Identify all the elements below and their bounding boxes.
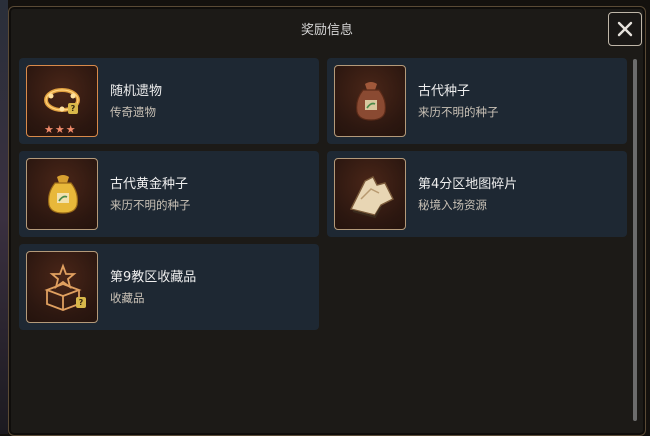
unknown-badge: ? bbox=[68, 103, 78, 114]
reward-card-ancient-golden-seed[interactable]: 古代黄金种子 来历不明的种子 bbox=[19, 151, 319, 237]
reward-icon-frame bbox=[334, 65, 406, 137]
reward-card-random-relic[interactable]: ? ★ ★ ★ 随机遗物 传奇遗物 bbox=[19, 58, 319, 144]
reward-icon-frame: ? ★ ★ ★ bbox=[26, 65, 98, 137]
reward-card-map-fragment[interactable]: 第4分区地图碎片 秘境入场资源 bbox=[327, 151, 627, 237]
reward-icon-frame: ? bbox=[26, 251, 98, 323]
close-icon bbox=[617, 21, 633, 37]
close-button[interactable] bbox=[608, 12, 642, 46]
reward-card-ancient-seed[interactable]: 古代种子 来历不明的种子 bbox=[327, 58, 627, 144]
reward-name: 古代种子 bbox=[418, 84, 471, 99]
scrollbar-thumb[interactable] bbox=[633, 59, 637, 421]
reward-info-dialog: 奖励信息 ? ★ ★ ★ 随机遗物 传奇遗物 古代种子 来历不明的种子 古代黄金… bbox=[8, 6, 646, 436]
reward-icon-frame bbox=[334, 158, 406, 230]
reward-description: 来历不明的种子 bbox=[418, 105, 499, 119]
collectible-box-icon bbox=[44, 263, 82, 311]
reward-name: 随机遗物 bbox=[110, 84, 163, 99]
star-icon: ★ bbox=[44, 123, 54, 136]
background-edge bbox=[0, 0, 8, 434]
star-icon: ★ bbox=[65, 123, 76, 136]
reward-description: 秘境入场资源 bbox=[418, 198, 487, 212]
reward-name: 古代黄金种子 bbox=[110, 177, 189, 192]
reward-card-collectible[interactable]: ? 第9教区收藏品 收藏品 bbox=[19, 244, 319, 330]
unknown-badge: ? bbox=[76, 297, 86, 308]
reward-description: 收藏品 bbox=[110, 291, 145, 305]
dialog-title: 奖励信息 bbox=[300, 23, 353, 38]
reward-list: ? ★ ★ ★ 随机遗物 传奇遗物 古代种子 来历不明的种子 古代黄金种子 来历… bbox=[19, 58, 631, 428]
reward-icon-frame bbox=[26, 158, 98, 230]
reward-name: 第4分区地图碎片 bbox=[418, 177, 518, 192]
golden-seed-bag-icon bbox=[48, 175, 78, 214]
star-rating: ★ ★ ★ bbox=[44, 124, 76, 135]
map-fragment-icon bbox=[349, 176, 394, 219]
scrollbar[interactable] bbox=[633, 59, 637, 421]
seed-bag-icon bbox=[356, 82, 386, 121]
reward-description: 传奇遗物 bbox=[110, 105, 156, 119]
reward-description: 来历不明的种子 bbox=[110, 198, 191, 212]
star-icon: ★ bbox=[54, 123, 65, 136]
reward-name: 第9教区收藏品 bbox=[110, 270, 197, 285]
